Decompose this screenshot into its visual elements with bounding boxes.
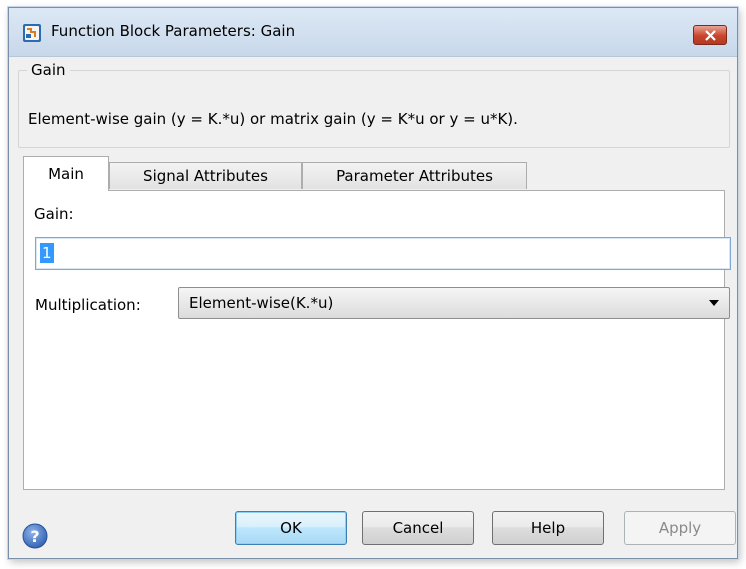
chevron-down-icon [709,300,719,306]
help-icon[interactable]: ? [22,523,48,549]
gain-group-box [18,70,730,148]
dialog-window: Function Block Parameters: Gain Gain Ele… [8,7,738,559]
help-button[interactable]: Help [492,511,604,545]
title-bar[interactable]: Function Block Parameters: Gain [9,8,737,57]
window-title: Function Block Parameters: Gain [51,22,296,40]
simulink-block-icon [23,24,41,42]
tab-signal-attributes[interactable]: Signal Attributes [109,162,302,189]
close-button[interactable] [693,25,727,45]
gain-label: Gain: [34,205,74,223]
multiplication-value: Element-wise(K.*u) [189,294,334,312]
group-legend: Gain [27,61,70,79]
svg-text:?: ? [30,527,39,546]
close-icon [705,30,716,41]
multiplication-label: Multiplication: [35,296,141,314]
tab-parameter-attributes[interactable]: Parameter Attributes [302,162,527,189]
cancel-button[interactable]: Cancel [362,511,474,545]
ok-button[interactable]: OK [235,511,347,545]
tab-main[interactable]: Main [23,156,109,191]
block-description: Element-wise gain (y = K.*u) or matrix g… [28,110,518,128]
main-tab-panel: Gain: 1 Multiplication: Element-wise(K.*… [23,190,731,490]
multiplication-dropdown[interactable]: Element-wise(K.*u) [178,287,730,319]
gain-value: 1 [40,243,54,263]
gain-input[interactable]: 1 [35,237,731,270]
apply-button[interactable]: Apply [624,511,736,545]
